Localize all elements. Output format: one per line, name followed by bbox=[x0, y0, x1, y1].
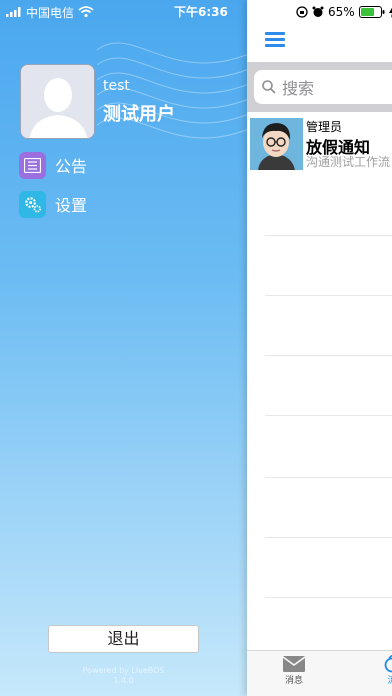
battery-percent: 65% bbox=[328, 5, 355, 19]
menu-item-label: 公告 bbox=[55, 157, 88, 176]
search-placeholder: 搜索 bbox=[282, 79, 315, 98]
list-divider bbox=[265, 355, 392, 356]
signal-icon bbox=[6, 7, 21, 17]
tab-workflow[interactable]: 流 bbox=[381, 655, 392, 686]
menu-item-announcement[interactable]: 公告 bbox=[19, 151, 87, 179]
list-divider bbox=[265, 295, 392, 296]
menu-item-settings[interactable]: 设置 bbox=[19, 190, 87, 218]
menu-item-label: 设置 bbox=[55, 196, 88, 215]
default-avatar-icon bbox=[21, 65, 94, 138]
status-bar-left: 中国电信 bbox=[6, 3, 94, 21]
sender-avatar bbox=[250, 118, 303, 170]
carrier-label: 中国电信 bbox=[26, 5, 75, 20]
message-list-item[interactable]: 管理员 放假通知 沟通测试工作流 bbox=[247, 116, 392, 172]
powered-by-text: Powered by LiveBOS 1.4.0 bbox=[0, 666, 247, 686]
tab-label: 流 bbox=[387, 676, 392, 686]
announcement-icon bbox=[19, 151, 46, 179]
wifi-icon bbox=[78, 6, 94, 18]
list-divider bbox=[265, 477, 392, 478]
list-divider bbox=[265, 597, 392, 598]
display-name: 测试用户 bbox=[103, 104, 175, 125]
workflow-icon bbox=[384, 655, 392, 673]
username: test bbox=[103, 78, 130, 94]
search-icon bbox=[262, 80, 276, 94]
battery-icon bbox=[358, 6, 385, 18]
message-sender: 管理员 bbox=[306, 120, 343, 134]
search-bar-container: 搜索 bbox=[247, 62, 392, 112]
list-divider bbox=[265, 537, 392, 538]
message-preview: 沟通测试工作流 bbox=[306, 155, 391, 169]
envelope-icon bbox=[282, 656, 306, 672]
tab-label: 消息 bbox=[284, 676, 303, 686]
settings-gear-icon bbox=[19, 190, 46, 218]
powered-by-label: Powered by LiveBOS bbox=[82, 666, 165, 675]
list-divider bbox=[265, 415, 392, 416]
side-drawer: 中国电信 下午6:36 test 测试用户 公告 设置 退出 Powered b… bbox=[0, 0, 247, 696]
menu-toggle-icon[interactable] bbox=[265, 32, 285, 48]
user-avatar[interactable] bbox=[20, 64, 95, 139]
status-time: 下午6:36 bbox=[174, 5, 228, 19]
status-bar-right: 65% bbox=[296, 3, 392, 21]
main-panel: 搜索 管理员 放假通知 沟通测试工作流 消息 流 bbox=[247, 0, 392, 696]
alarm-icon bbox=[312, 6, 324, 17]
orientation-lock-icon bbox=[296, 6, 308, 18]
tab-bar: 消息 流 bbox=[247, 650, 392, 696]
tab-messages[interactable]: 消息 bbox=[282, 655, 306, 686]
logout-button[interactable]: 退出 bbox=[48, 625, 199, 653]
list-divider bbox=[265, 235, 392, 236]
version-label: 1.4.0 bbox=[113, 676, 134, 685]
search-input[interactable]: 搜索 bbox=[254, 70, 392, 104]
